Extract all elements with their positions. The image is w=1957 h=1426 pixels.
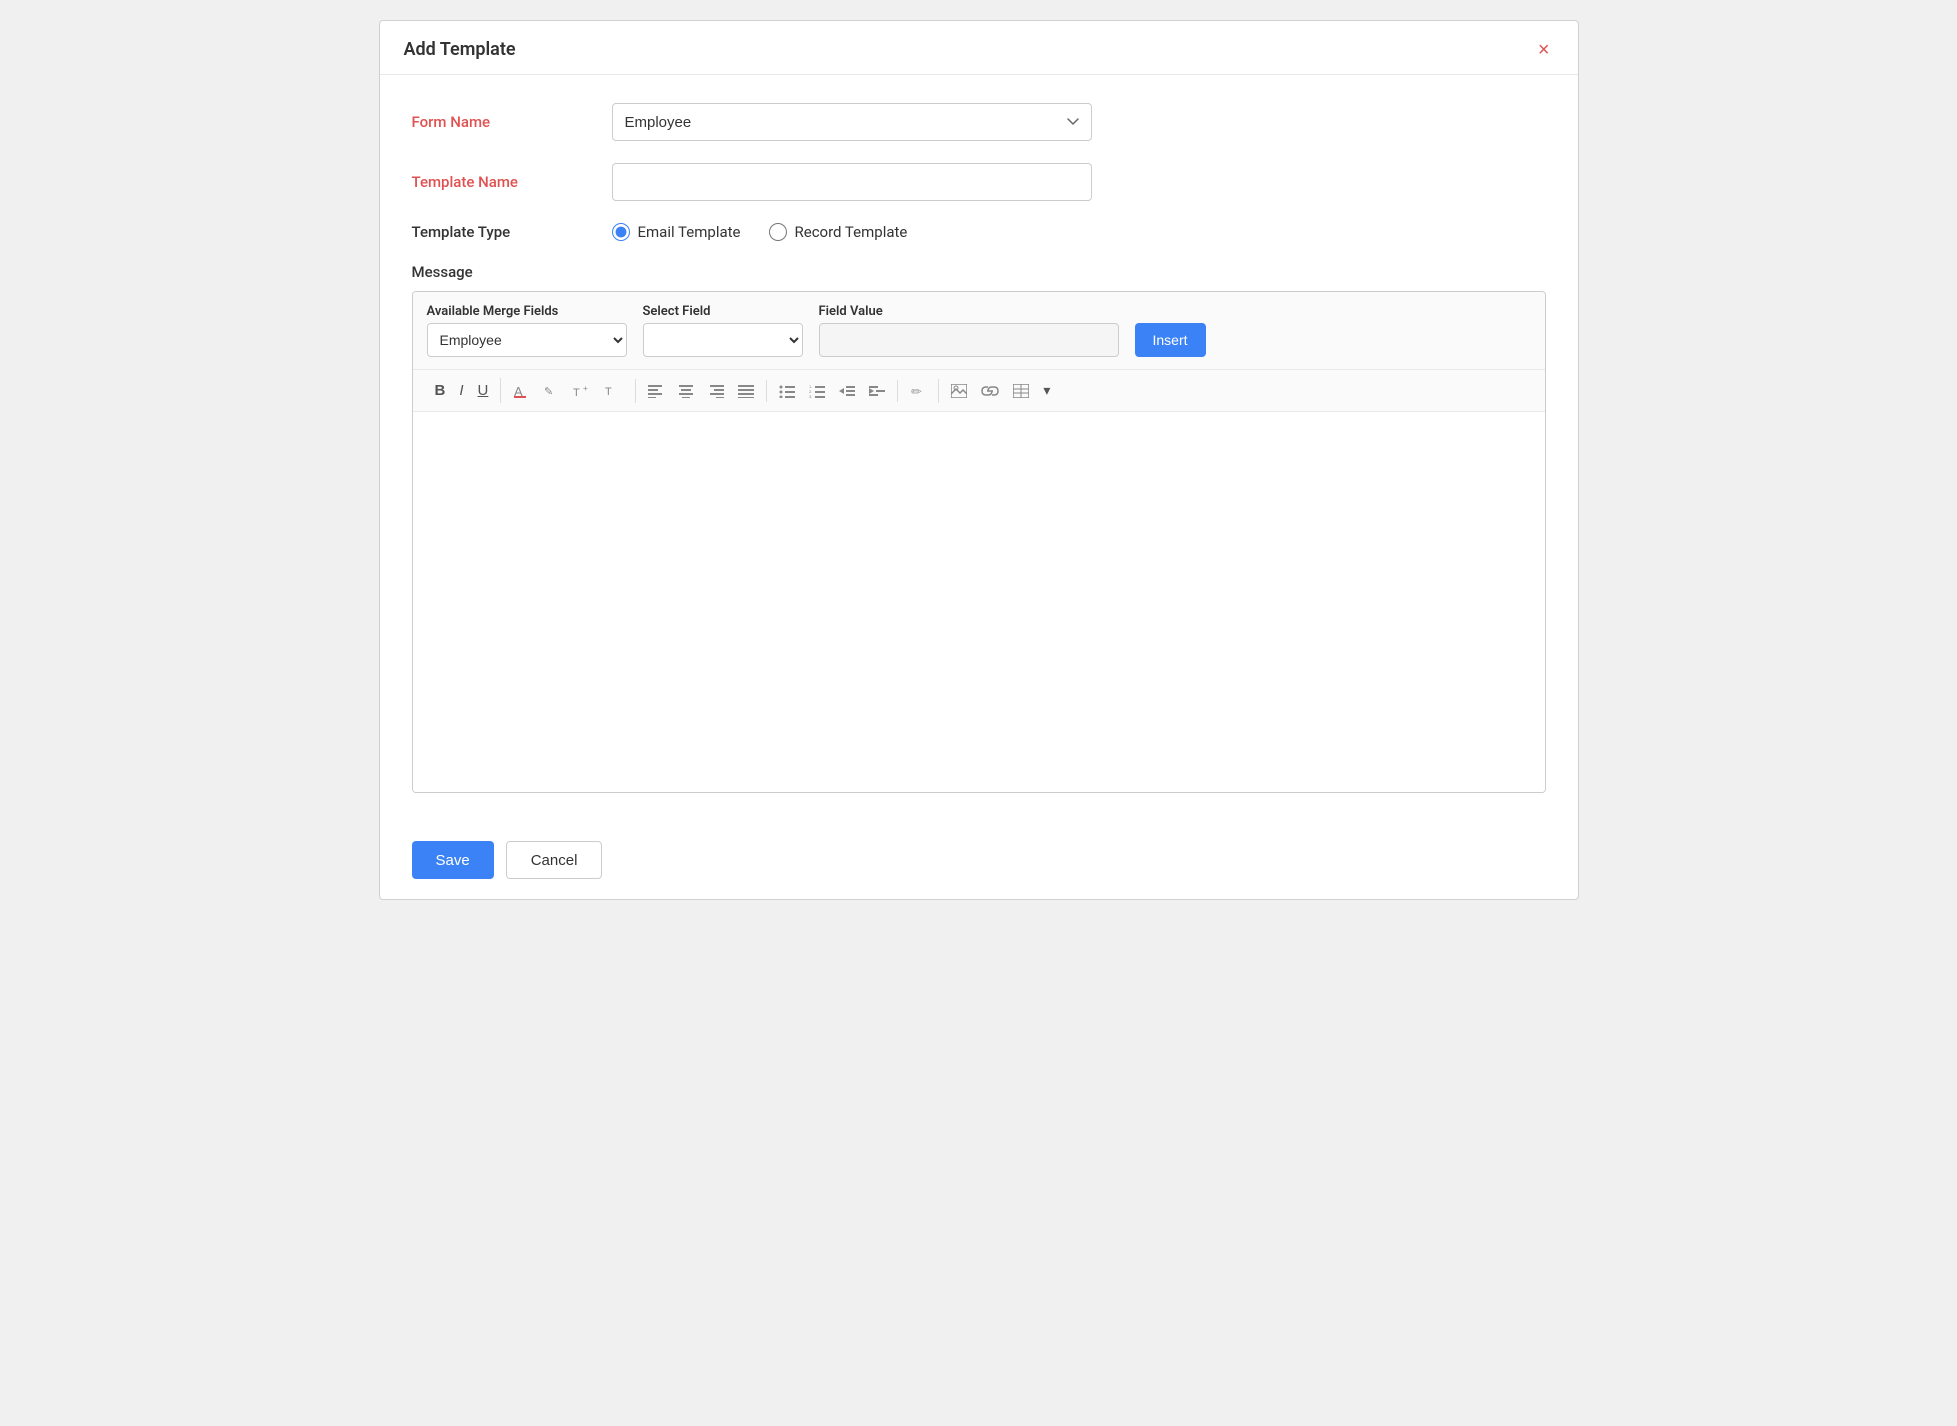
ordered-list-button[interactable]: 1.2.3. [803, 380, 831, 402]
svg-text:_: _ [614, 392, 620, 399]
record-template-option[interactable]: Record Template [769, 223, 908, 241]
justify-button[interactable] [732, 380, 760, 402]
field-value-label: Field Value [819, 304, 1119, 319]
close-button[interactable]: × [1534, 40, 1554, 60]
underline-button[interactable]: U [472, 378, 495, 403]
template-type-label: Template Type [412, 223, 612, 241]
alignment-group [636, 380, 767, 402]
email-template-label: Email Template [638, 223, 741, 241]
field-value-input[interactable] [819, 323, 1119, 357]
field-value-col: Field Value [819, 304, 1119, 357]
paint-format-icon: ✏ [910, 383, 926, 399]
form-name-label: Form Name [412, 113, 612, 131]
form-name-row: Form Name Employee [412, 103, 1546, 141]
ordered-list-icon: 1.2.3. [809, 384, 825, 398]
svg-text:3.: 3. [809, 394, 812, 398]
subscript-icon: T_ [605, 383, 623, 399]
message-section: Message Available Merge Fields Employee … [412, 263, 1546, 793]
bullet-list-button[interactable] [773, 380, 801, 402]
svg-text:T: T [573, 387, 580, 399]
template-type-control: Email Template Record Template [612, 223, 1546, 241]
select-field-label: Select Field [643, 304, 803, 319]
message-editor: Available Merge Fields Employee Select F… [412, 291, 1546, 793]
indent-less-button[interactable] [833, 380, 861, 402]
svg-text:✎: ✎ [544, 386, 553, 398]
email-template-radio[interactable] [612, 223, 630, 241]
align-left-icon [648, 384, 664, 398]
svg-text:+: + [583, 384, 588, 393]
editor-toolbar: B I U A ✎ T+ [413, 370, 1545, 412]
template-name-control [612, 163, 1546, 201]
table-button[interactable] [1007, 380, 1035, 402]
select-field-select[interactable] [643, 323, 803, 357]
available-merge-fields-select[interactable]: Employee [427, 323, 627, 357]
image-icon [951, 384, 967, 398]
justify-icon [738, 384, 754, 398]
modal-header: Add Template × [380, 21, 1578, 75]
add-template-modal: Add Template × Form Name Employee Templa… [379, 20, 1579, 900]
image-button[interactable] [945, 380, 973, 402]
insert-group: ▾ [939, 378, 1062, 403]
modal-title: Add Template [404, 39, 516, 60]
email-template-option[interactable]: Email Template [612, 223, 741, 241]
link-icon [981, 384, 999, 398]
highlight-button[interactable]: ✎ [537, 379, 565, 403]
modal-footer: Save Cancel [380, 821, 1578, 899]
table-icon [1013, 384, 1029, 398]
record-template-radio[interactable] [769, 223, 787, 241]
bold-button[interactable]: B [429, 378, 452, 403]
font-color-button[interactable]: A [507, 379, 535, 403]
italic-button[interactable]: I [453, 378, 469, 403]
align-left-button[interactable] [642, 380, 670, 402]
template-name-label: Template Name [412, 173, 612, 191]
align-center-icon [678, 384, 694, 398]
svg-text:T: T [605, 386, 612, 398]
align-right-button[interactable] [702, 380, 730, 402]
font-color-icon: A [513, 383, 529, 399]
table-dropdown-button[interactable]: ▾ [1037, 378, 1056, 403]
text-format-group: B I U [423, 378, 502, 403]
cancel-button[interactable]: Cancel [506, 841, 603, 879]
subscript-button[interactable]: T_ [599, 379, 629, 403]
indent-more-icon [869, 384, 885, 398]
align-center-button[interactable] [672, 380, 700, 402]
highlight-icon: ✎ [543, 383, 559, 399]
form-name-control: Employee [612, 103, 1546, 141]
template-type-radio-group: Email Template Record Template [612, 223, 1546, 241]
text-style-group: A ✎ T+ T_ [501, 379, 636, 403]
superscript-button[interactable]: T+ [567, 379, 597, 403]
indent-more-button[interactable] [863, 380, 891, 402]
svg-text:✏: ✏ [911, 384, 922, 399]
list-group: 1.2.3. [767, 380, 898, 402]
form-name-select[interactable]: Employee [612, 103, 1092, 141]
indent-less-icon [839, 384, 855, 398]
misc-group: ✏ [898, 379, 939, 403]
paint-format-button[interactable]: ✏ [904, 379, 932, 403]
select-field-col: Select Field [643, 304, 803, 357]
merge-fields-bar: Available Merge Fields Employee Select F… [413, 292, 1545, 370]
bullet-list-icon [779, 384, 795, 398]
editor-content-area[interactable] [413, 412, 1545, 792]
link-button[interactable] [975, 380, 1005, 402]
modal-body: Form Name Employee Template Name Templat… [380, 75, 1578, 821]
save-button[interactable]: Save [412, 841, 494, 879]
template-type-row: Template Type Email Template Record Temp… [412, 223, 1546, 241]
template-name-input[interactable] [612, 163, 1092, 201]
superscript-icon: T+ [573, 383, 591, 399]
record-template-label: Record Template [795, 223, 908, 241]
align-right-icon [708, 384, 724, 398]
available-merge-fields-label: Available Merge Fields [427, 304, 627, 319]
insert-button[interactable]: Insert [1135, 323, 1206, 357]
template-name-row: Template Name [412, 163, 1546, 201]
available-merge-fields-col: Available Merge Fields Employee [427, 304, 627, 357]
message-label: Message [412, 263, 1546, 281]
